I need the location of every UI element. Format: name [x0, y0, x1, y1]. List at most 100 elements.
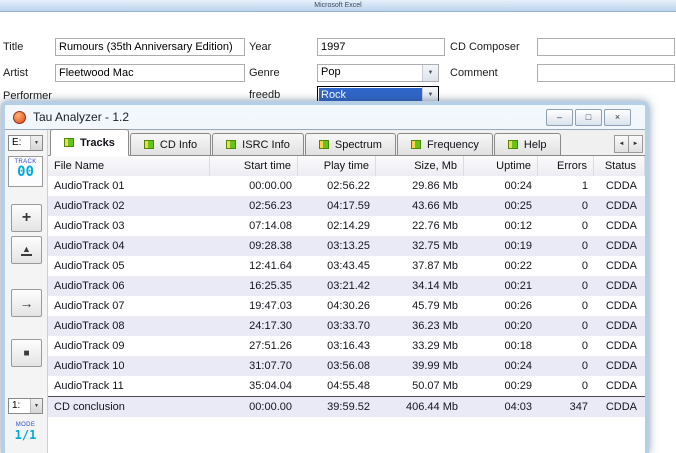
table-cell: 36.23 Mb — [376, 316, 464, 336]
table-cell: AudioTrack 05 — [48, 256, 210, 276]
stop-icon: ■ — [23, 348, 29, 359]
table-cell: 03:33.70 — [298, 316, 376, 336]
chevron-down-icon[interactable]: ▼ — [30, 399, 42, 413]
tab-flag-icon — [508, 140, 518, 149]
table-cell: AudioTrack 01 — [48, 176, 210, 196]
window-controls: – □ × — [546, 109, 631, 126]
table-row[interactable]: AudioTrack 0927:51.2603:16.4333.29 Mb00:… — [48, 336, 645, 356]
table-cell: CD conclusion — [48, 397, 210, 417]
table-cell: CDDA — [594, 176, 645, 196]
table-row[interactable]: AudioTrack 0100:00.0002:56.2229.86 Mb00:… — [48, 176, 645, 196]
table-cell: 347 — [538, 397, 594, 417]
tab-spectrum[interactable]: Spectrum — [305, 133, 396, 155]
table-row[interactable]: AudioTrack 1135:04.0404:55.4850.07 Mb00:… — [48, 376, 645, 396]
table-cell: 22.76 Mb — [376, 216, 464, 236]
table-row[interactable]: AudioTrack 0719:47.0304:30.2645.79 Mb00:… — [48, 296, 645, 316]
drive-selector[interactable]: E: ▼ — [8, 135, 43, 151]
mode-selector[interactable]: 1: ▼ — [8, 398, 43, 414]
table-cell: 03:16.43 — [298, 336, 376, 356]
table-row[interactable]: AudioTrack 0824:17.3003:33.7036.23 Mb00:… — [48, 316, 645, 336]
table-cell: 00:24 — [464, 176, 538, 196]
comment-input[interactable] — [537, 64, 675, 82]
chevron-down-icon[interactable]: ▼ — [30, 136, 42, 150]
table-cell: 0 — [538, 316, 594, 336]
tab-flag-icon — [144, 140, 154, 149]
column-header[interactable]: Errors — [538, 156, 594, 176]
table-cell: 00:20 — [464, 316, 538, 336]
window-titlebar[interactable]: Tau Analyzer - 1.2 – □ × — [5, 105, 645, 129]
tab-help[interactable]: Help — [494, 133, 561, 155]
column-header[interactable]: Status — [594, 156, 645, 176]
table-cell: AudioTrack 07 — [48, 296, 210, 316]
table-cell: CDDA — [594, 256, 645, 276]
column-header[interactable]: Size, Mb — [376, 156, 464, 176]
chevron-down-icon[interactable]: ▼ — [422, 65, 438, 81]
maximize-button[interactable]: □ — [575, 109, 602, 126]
tab-frequency[interactable]: Frequency — [397, 133, 493, 155]
table-cell: 31:07.70 — [210, 356, 298, 376]
cd-conclusion-row[interactable]: CD conclusion00:00.0039:59.52406.44 Mb04… — [48, 396, 645, 417]
plus-button[interactable]: + — [11, 204, 42, 232]
genre-dropdown[interactable]: Pop ▼ — [317, 64, 439, 82]
stop-button[interactable]: ■ — [11, 339, 42, 367]
tab-label: Help — [524, 139, 547, 151]
table-cell: 00:18 — [464, 336, 538, 356]
table-cell: CDDA — [594, 356, 645, 376]
track-display-value: 00 — [9, 165, 42, 180]
table-row[interactable]: AudioTrack 0202:56.2304:17.5943.66 Mb00:… — [48, 196, 645, 216]
background-window-titlebar: Microsoft Excel — [0, 0, 676, 12]
table-row[interactable]: AudioTrack 1031:07.7003:56.0839.99 Mb00:… — [48, 356, 645, 376]
table-cell: 24:17.30 — [210, 316, 298, 336]
close-button[interactable]: × — [604, 109, 631, 126]
minimize-button[interactable]: – — [546, 109, 573, 126]
table-cell: 406.44 Mb — [376, 397, 464, 417]
table-cell: 02:14.29 — [298, 216, 376, 236]
next-track-button[interactable]: → — [11, 289, 42, 317]
tab-cd-info[interactable]: CD Info — [130, 133, 211, 155]
table-cell: AudioTrack 11 — [48, 376, 210, 396]
tab-bar: TracksCD InfoISRC Info Spectrum Frequency H… — [48, 130, 645, 156]
plus-icon: + — [22, 209, 31, 227]
table-cell: 03:21.42 — [298, 276, 376, 296]
track-display: TRACK 00 — [8, 156, 43, 187]
table-cell: 07:14.08 — [210, 216, 298, 236]
freedb-value: Rock — [319, 88, 422, 102]
column-header[interactable]: Play time — [298, 156, 376, 176]
table-row[interactable]: AudioTrack 0409:28.3803:13.2532.75 Mb00:… — [48, 236, 645, 256]
table-cell: 00:22 — [464, 256, 538, 276]
table-cell: 00:12 — [464, 216, 538, 236]
tab-label: Spectrum — [335, 139, 382, 151]
cd-composer-input[interactable] — [537, 38, 675, 56]
column-header[interactable]: Uptime — [464, 156, 538, 176]
table-cell: AudioTrack 08 — [48, 316, 210, 336]
table-cell: 37.87 Mb — [376, 256, 464, 276]
table-cell: 50.07 Mb — [376, 376, 464, 396]
column-header[interactable]: Start time — [210, 156, 298, 176]
table-cell: 32.75 Mb — [376, 236, 464, 256]
table-cell: 0 — [538, 196, 594, 216]
table-cell: 04:17.59 — [298, 196, 376, 216]
table-cell: 39:59.52 — [298, 397, 376, 417]
table-cell: 27:51.26 — [210, 336, 298, 356]
tab-scroll-left-button[interactable]: ◄ — [614, 135, 629, 153]
table-cell: CDDA — [594, 336, 645, 356]
table-row[interactable]: AudioTrack 0307:14.0802:14.2922.76 Mb00:… — [48, 216, 645, 236]
year-input[interactable] — [317, 38, 445, 56]
table-cell: 39.99 Mb — [376, 356, 464, 376]
tab-scroll-buttons: ◄ ► — [615, 135, 643, 153]
table-cell: 00:26 — [464, 296, 538, 316]
year-label: Year — [249, 41, 271, 53]
table-row[interactable]: AudioTrack 0512:41.6403:43.4537.87 Mb00:… — [48, 256, 645, 276]
tab-scroll-right-button[interactable]: ► — [628, 135, 643, 153]
table-row[interactable]: AudioTrack 0616:25.3503:21.4234.14 Mb00:… — [48, 276, 645, 296]
table-cell: 0 — [538, 236, 594, 256]
eject-button[interactable]: ▲ — [11, 236, 42, 264]
artist-input[interactable] — [55, 64, 245, 82]
title-input[interactable] — [55, 38, 245, 56]
column-header[interactable]: File Name — [48, 156, 210, 176]
table-cell: AudioTrack 10 — [48, 356, 210, 376]
freedb-label: freedb — [249, 89, 280, 101]
table-cell: 0 — [538, 336, 594, 356]
tab-isrc-info[interactable]: ISRC Info — [212, 133, 304, 155]
tab-tracks[interactable]: Tracks — [50, 129, 129, 156]
